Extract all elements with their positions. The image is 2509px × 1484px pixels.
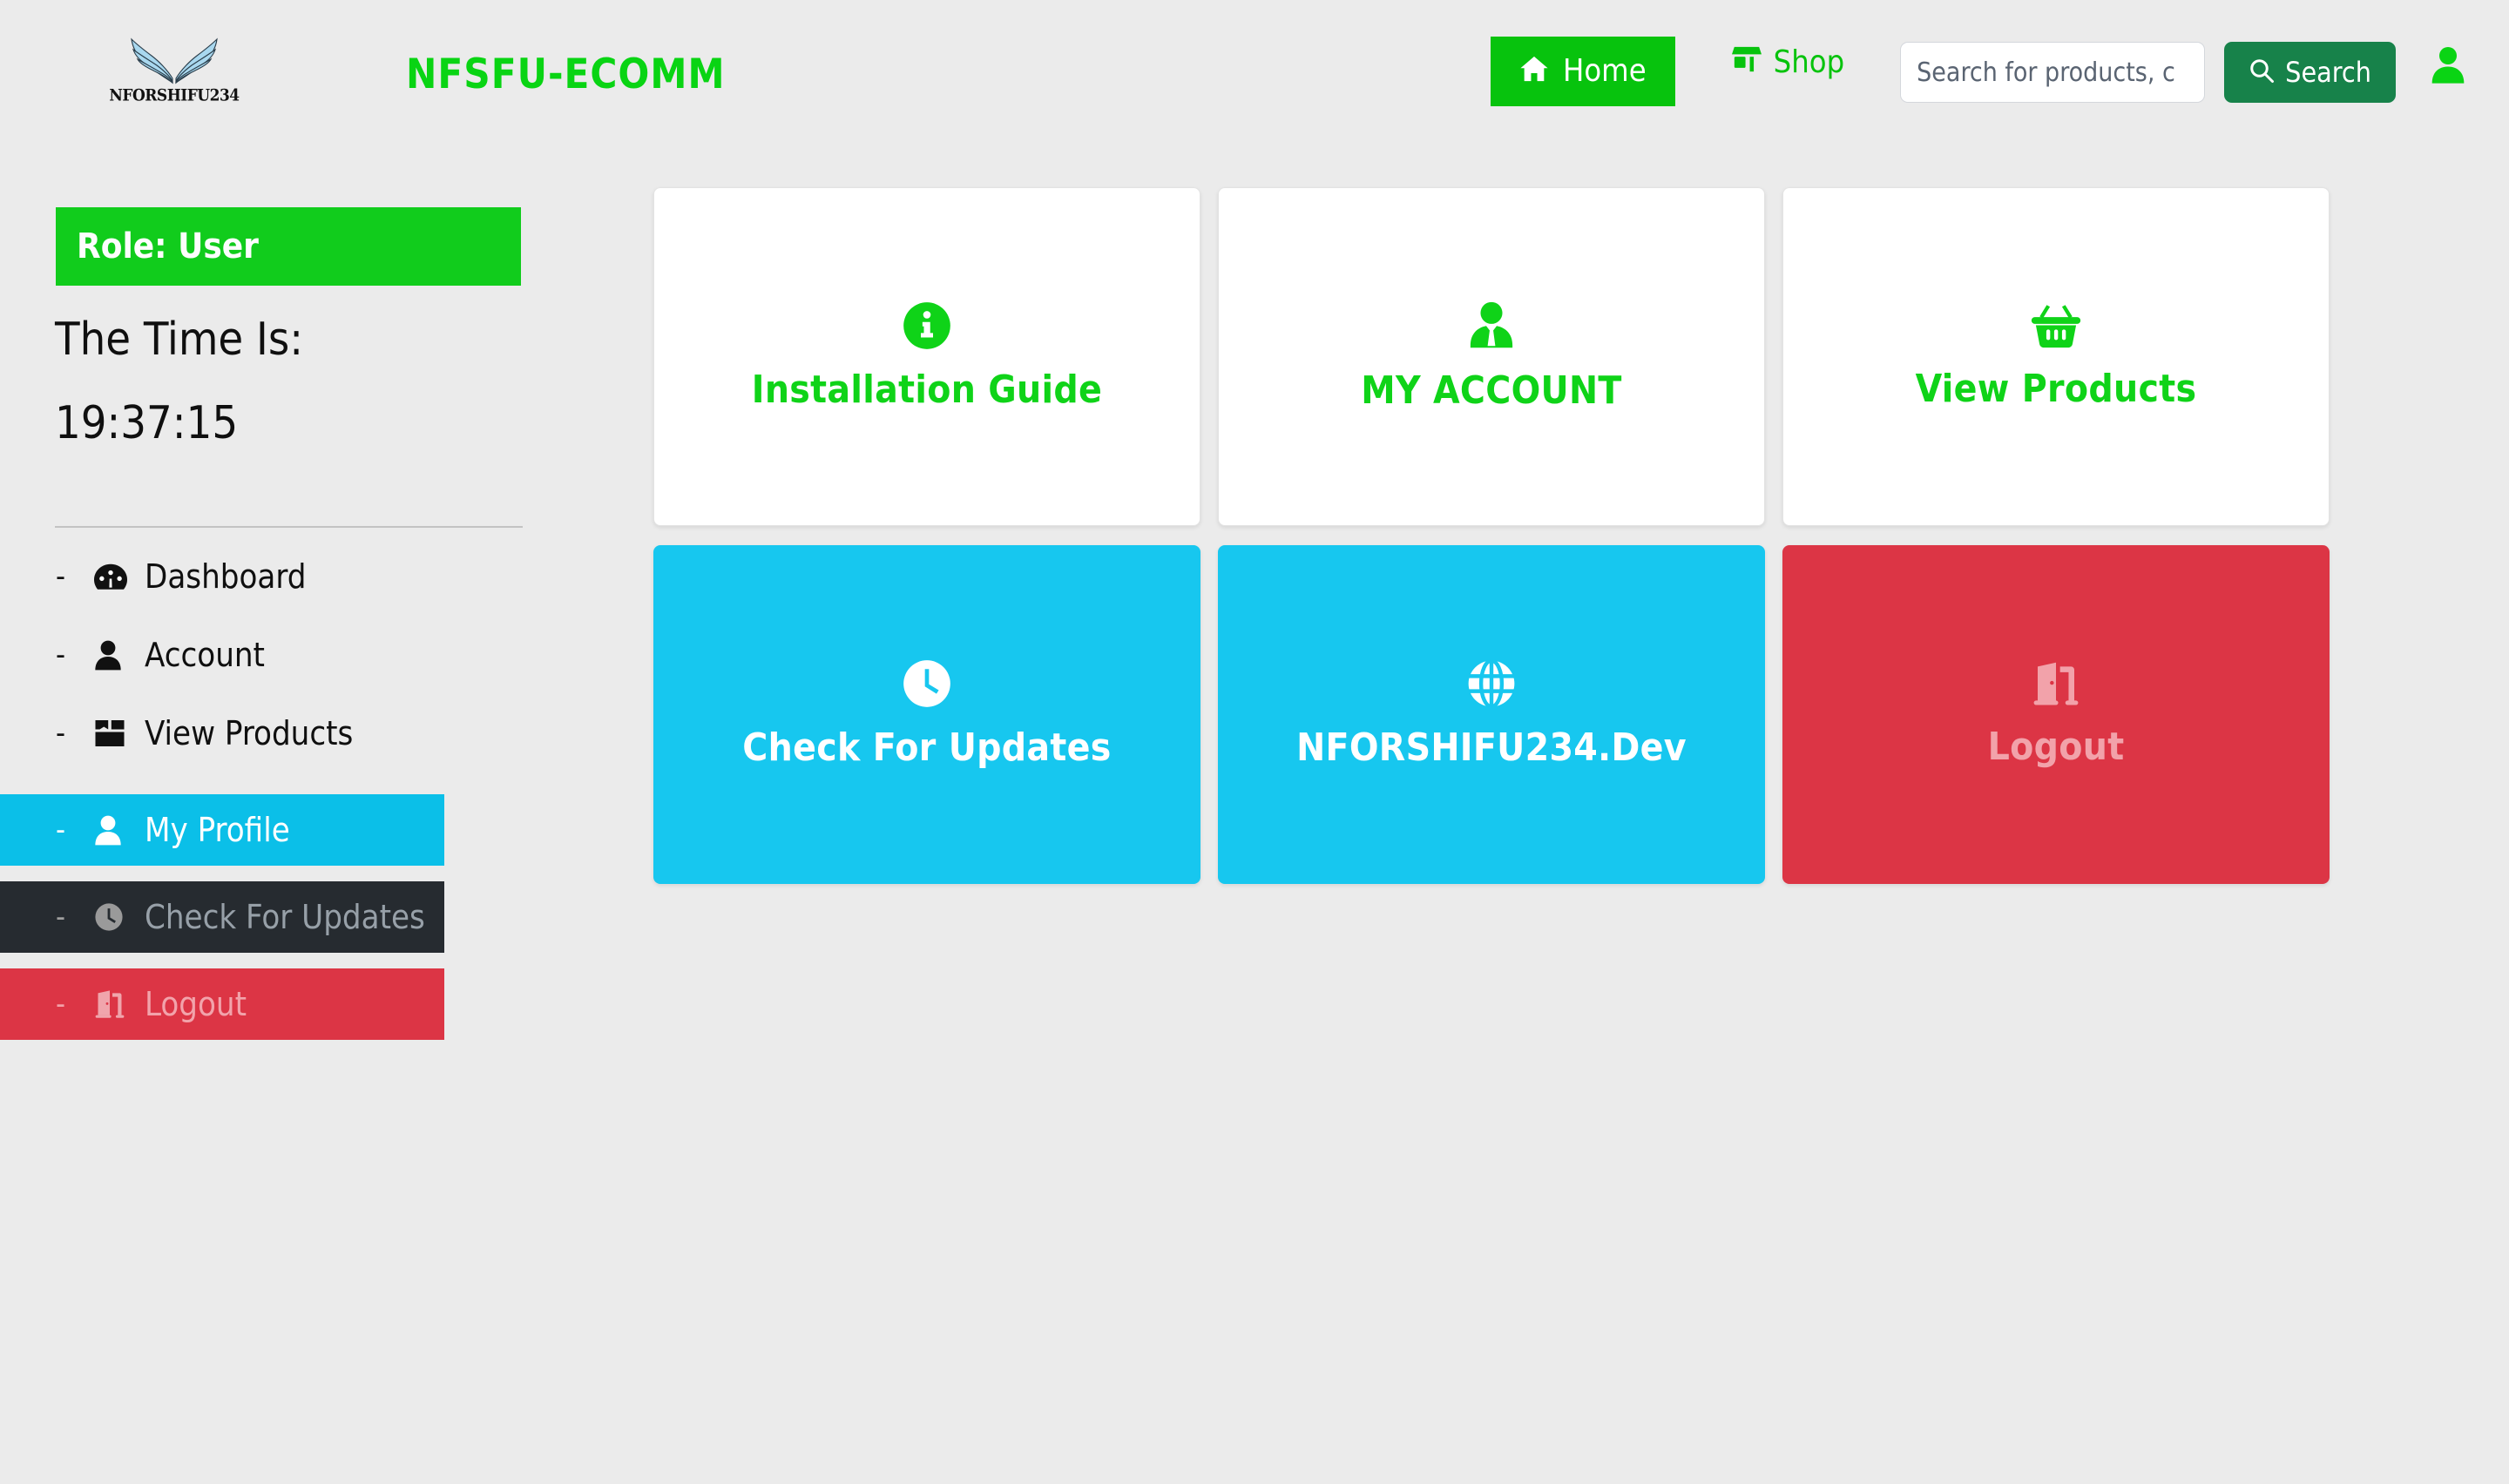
info-circle-icon bbox=[903, 301, 951, 350]
role-badge: Role: User bbox=[56, 207, 521, 286]
time-value: 19:37:15 bbox=[55, 397, 239, 449]
brand-title: NFSFU-ECOMM bbox=[406, 51, 726, 98]
card-my-account[interactable]: MY ACCOUNT bbox=[1218, 187, 1765, 526]
shop-label: Shop bbox=[1773, 44, 1845, 80]
sidebar-item-logout[interactable]: - Logout bbox=[0, 968, 444, 1040]
sidebar-item-label: View Products bbox=[145, 714, 354, 752]
clock-icon bbox=[903, 659, 951, 708]
globe-icon bbox=[1467, 659, 1516, 708]
nav-right-group: Home Shop Search bbox=[1491, 0, 2509, 165]
user-icon bbox=[94, 814, 145, 846]
time-label: The Time Is: bbox=[55, 314, 303, 366]
card-logout[interactable]: Logout bbox=[1782, 545, 2330, 884]
sidebar-item-account[interactable]: - Account bbox=[0, 636, 444, 674]
brand-logo[interactable]: NFORSHIFU234 bbox=[105, 35, 244, 118]
card-label: View Products bbox=[1915, 367, 2197, 411]
sidebar-item-view-products[interactable]: - View Products bbox=[0, 714, 444, 752]
user-icon bbox=[94, 639, 145, 671]
sidebar-item-dash: - bbox=[56, 900, 66, 934]
door-open-icon bbox=[2032, 660, 2080, 707]
brand-logo-text: NFORSHIFU234 bbox=[109, 85, 240, 106]
wings-icon bbox=[125, 35, 223, 85]
sidebar-item-dashboard[interactable]: - Dashboard bbox=[0, 557, 444, 596]
sidebar-item-check-for-updates[interactable]: - Check For Updates bbox=[0, 881, 444, 953]
box-icon bbox=[94, 718, 145, 748]
sidebar-item-dash: - bbox=[56, 987, 66, 1022]
door-open-icon bbox=[94, 989, 145, 1019]
sidebar-item-label: Dashboard bbox=[145, 557, 307, 596]
sidebar-divider bbox=[55, 526, 523, 528]
search-button[interactable]: Search bbox=[2224, 42, 2396, 103]
shop-link[interactable]: Shop bbox=[1731, 44, 1845, 80]
sidebar-item-label: Check For Updates bbox=[145, 898, 425, 936]
sidebar-item-label: My Profile bbox=[145, 811, 290, 849]
sidebar-item-label: Account bbox=[145, 636, 265, 674]
sidebar: Role: User The Time Is: 19:37:15 - Dashb… bbox=[0, 165, 610, 1484]
search-button-label: Search bbox=[2285, 56, 2371, 89]
card-label: Logout bbox=[1987, 725, 2125, 769]
shopping-basket-icon bbox=[2030, 302, 2082, 349]
search-icon bbox=[2249, 57, 2275, 88]
home-button-label: Home bbox=[1563, 53, 1647, 89]
user-tie-icon bbox=[1467, 300, 1516, 351]
card-nforshifu234-dev[interactable]: NFORSHIFU234.Dev bbox=[1218, 545, 1765, 884]
card-installation-guide[interactable]: Installation Guide bbox=[653, 187, 1200, 526]
card-label: Check For Updates bbox=[742, 725, 1112, 770]
card-label: MY ACCOUNT bbox=[1361, 368, 1622, 413]
dashboard-card-grid: Installation Guide MY ACCOUNT View Produ bbox=[653, 187, 2378, 884]
home-button[interactable]: Home bbox=[1491, 37, 1675, 106]
sidebar-item-dash: - bbox=[56, 813, 66, 847]
account-icon-button[interactable] bbox=[2431, 45, 2465, 87]
clock-icon bbox=[94, 902, 145, 932]
search-input[interactable] bbox=[1900, 42, 2206, 103]
sidebar-item-dash: - bbox=[56, 637, 66, 672]
card-label: Installation Guide bbox=[751, 368, 1103, 412]
home-icon bbox=[1519, 55, 1549, 89]
sidebar-item-dash: - bbox=[56, 716, 66, 751]
sidebar-item-label: Logout bbox=[145, 985, 247, 1023]
sidebar-item-dash: - bbox=[56, 559, 66, 594]
card-label: NFORSHIFU234.Dev bbox=[1296, 725, 1687, 770]
sidebar-item-my-profile[interactable]: - My Profile bbox=[0, 794, 444, 866]
store-icon bbox=[1731, 45, 1762, 79]
card-check-for-updates[interactable]: Check For Updates bbox=[653, 545, 1200, 884]
tachometer-icon bbox=[94, 561, 145, 592]
top-navbar: NFORSHIFU234 NFSFU-ECOMM Home Shop Searc… bbox=[0, 0, 2509, 165]
sidebar-nav-list: - Dashboard - Account - View Products - … bbox=[0, 557, 610, 1071]
card-view-products[interactable]: View Products bbox=[1782, 187, 2330, 526]
user-icon bbox=[2431, 45, 2465, 87]
